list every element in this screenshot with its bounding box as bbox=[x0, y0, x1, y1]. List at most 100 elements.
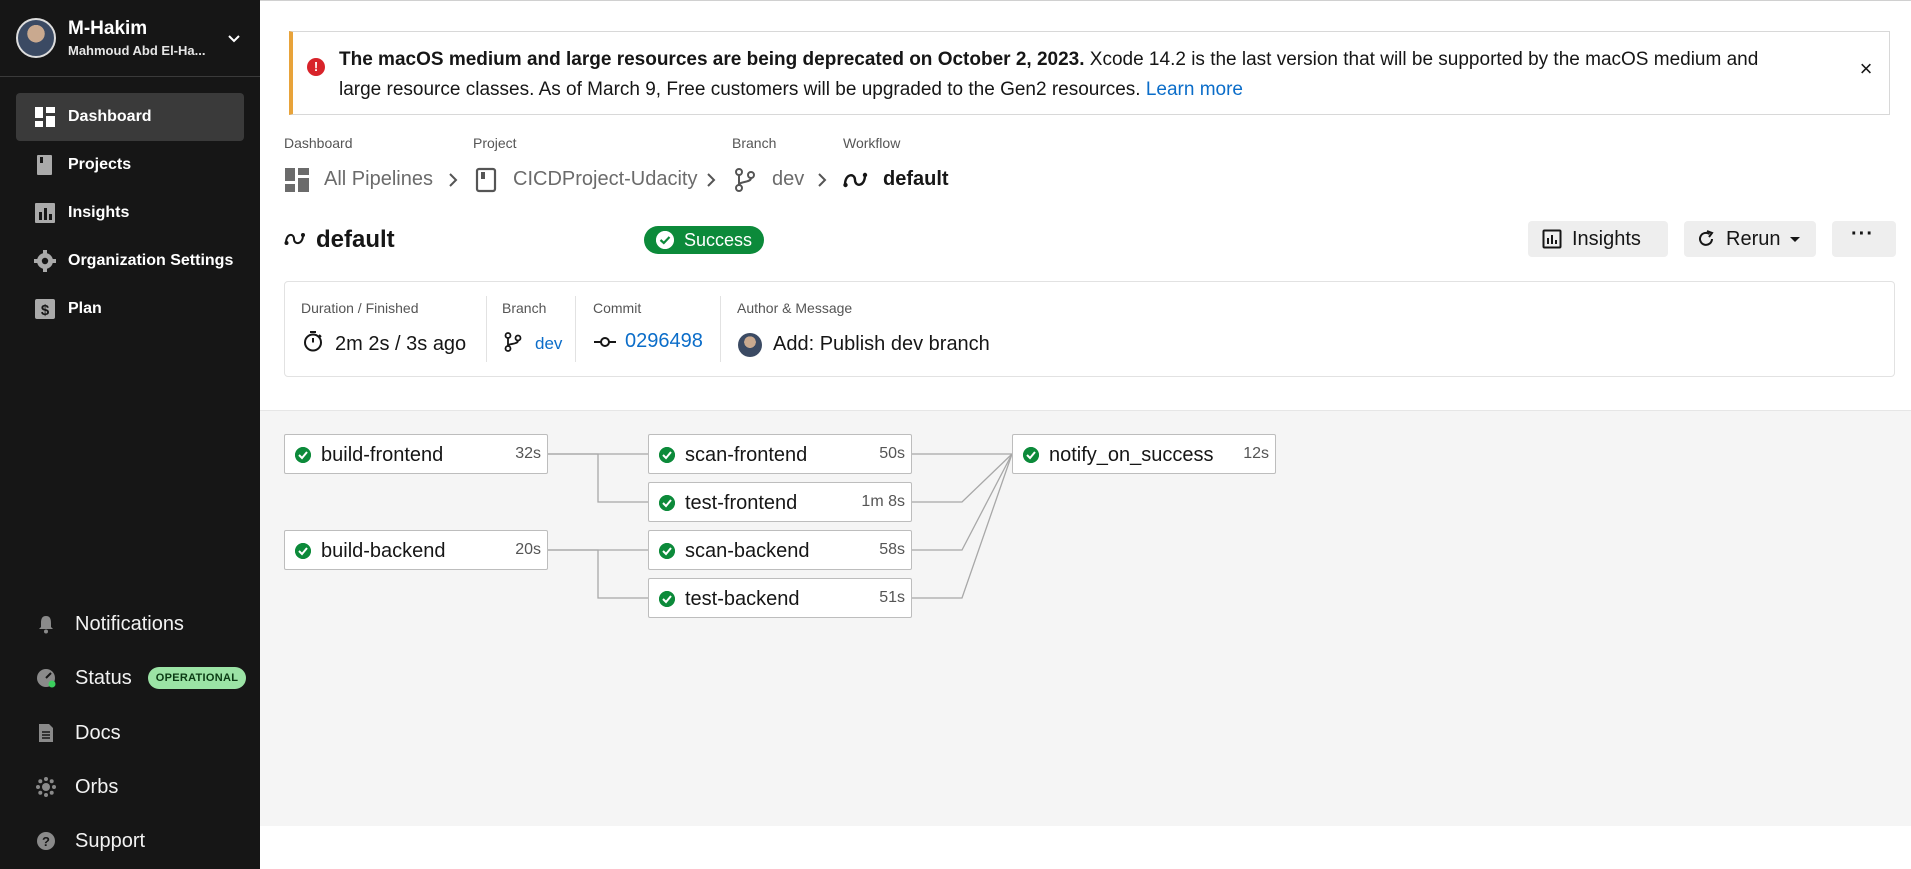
author-label: Author & Message bbox=[737, 300, 853, 316]
main-content: ! The macOS medium and large resources a… bbox=[260, 0, 1911, 869]
commit-label: Commit bbox=[593, 300, 642, 316]
breadcrumb-dashboard[interactable]: Dashboard All Pipelines bbox=[284, 135, 454, 192]
check-circle-icon bbox=[295, 543, 311, 559]
breadcrumb-label: Branch bbox=[732, 135, 777, 151]
commit-icon bbox=[594, 337, 616, 347]
page-title: default bbox=[316, 226, 395, 253]
chevron-right-icon bbox=[707, 173, 716, 187]
info-divider bbox=[575, 296, 576, 362]
breadcrumb-value: dev bbox=[772, 168, 805, 190]
sidebar-item-projects[interactable]: Projects bbox=[16, 141, 244, 189]
sidebar-item-docs[interactable]: Docs bbox=[34, 713, 246, 753]
sidebar-item-support[interactable]: ? Support bbox=[34, 821, 246, 861]
close-icon[interactable]: × bbox=[1855, 58, 1877, 80]
status-badge: OPERATIONAL bbox=[148, 667, 246, 689]
branch-label: Branch bbox=[502, 300, 547, 316]
insights-button[interactable]: Insights bbox=[1528, 221, 1668, 257]
workflow-icon bbox=[843, 172, 868, 188]
deprecation-banner: ! The macOS medium and large resources a… bbox=[289, 31, 1890, 115]
book-icon bbox=[37, 155, 52, 175]
job-duration: 32s bbox=[515, 445, 541, 462]
sidebar: M-Hakim Mahmoud Abd El-Ha... Dashboard P… bbox=[0, 0, 260, 869]
sidebar-divider bbox=[0, 76, 260, 77]
workflow-icon bbox=[284, 233, 305, 245]
branch-icon bbox=[735, 168, 755, 192]
commit-link[interactable]: 0296498 bbox=[625, 330, 703, 353]
job-name: scan-frontend bbox=[685, 444, 808, 466]
banner-message: The macOS medium and large resources are… bbox=[339, 45, 1779, 105]
sidebar-item-status[interactable]: Status OPERATIONAL bbox=[34, 658, 246, 698]
sidebar-item-insights[interactable]: Insights bbox=[16, 189, 244, 237]
job-build-backend[interactable]: build-backend 20s bbox=[284, 530, 548, 570]
sidebar-item-label: Insights bbox=[68, 204, 130, 221]
breadcrumb-workflow: Workflow default bbox=[843, 135, 973, 190]
check-circle-icon bbox=[656, 231, 674, 249]
svg-text:?: ? bbox=[42, 834, 50, 849]
dashboard-icon bbox=[285, 168, 309, 192]
job-test-backend[interactable]: test-backend 51s bbox=[648, 578, 912, 618]
sidebar-item-organization-settings[interactable]: Organization Settings bbox=[16, 237, 244, 285]
bell-icon bbox=[39, 616, 53, 634]
sidebar-item-label: Orbs bbox=[75, 776, 119, 798]
sidebar-item-label: Organization Settings bbox=[68, 252, 234, 269]
dashboard-icon bbox=[35, 107, 55, 127]
pipeline-graph: build-frontend 32s build-backend 20s sca… bbox=[260, 410, 1911, 826]
job-scan-frontend[interactable]: scan-frontend 50s bbox=[648, 434, 912, 474]
more-icon: ··· bbox=[1851, 223, 1874, 245]
duration-value: 2m 2s / 3s ago bbox=[335, 333, 467, 355]
insights-label: Insights bbox=[1572, 228, 1641, 250]
job-name: build-backend bbox=[321, 540, 446, 562]
branch-link[interactable]: dev bbox=[535, 334, 562, 354]
top-border bbox=[260, 0, 1911, 1]
caret-down-icon bbox=[1790, 237, 1800, 242]
document-icon bbox=[39, 724, 53, 742]
user-name: M-Hakim bbox=[68, 18, 148, 39]
sidebar-item-notifications[interactable]: Notifications bbox=[34, 604, 246, 644]
breadcrumb-value: CICDProject-Udacity bbox=[513, 168, 698, 190]
info-divider bbox=[720, 296, 721, 362]
sidebar-item-label: Dashboard bbox=[68, 108, 152, 125]
svg-text:$: $ bbox=[41, 302, 50, 319]
job-duration: 1m 8s bbox=[861, 493, 905, 510]
sidebar-item-dashboard[interactable]: Dashboard bbox=[16, 93, 244, 141]
job-name: scan-backend bbox=[685, 540, 810, 562]
dollar-icon: $ bbox=[35, 299, 55, 319]
status-badge: Success bbox=[644, 226, 764, 254]
job-name: test-frontend bbox=[685, 492, 798, 514]
sidebar-item-label: Plan bbox=[68, 300, 102, 317]
job-duration: 51s bbox=[879, 589, 905, 606]
orb-icon bbox=[36, 777, 56, 797]
job-name: build-frontend bbox=[321, 444, 444, 466]
sidebar-item-plan[interactable]: $ Plan bbox=[16, 285, 244, 333]
user-full-name: Mahmoud Abd El-Ha... bbox=[68, 43, 206, 58]
job-duration: 58s bbox=[879, 541, 905, 558]
check-circle-icon bbox=[295, 447, 311, 463]
more-options-button[interactable]: ··· bbox=[1832, 221, 1896, 257]
banner-bold-text: The macOS medium and large resources are… bbox=[339, 49, 1085, 70]
breadcrumb-branch[interactable]: Branch dev bbox=[732, 135, 822, 192]
info-divider bbox=[486, 296, 487, 362]
book-icon bbox=[475, 167, 497, 193]
sidebar-item-label: Projects bbox=[68, 156, 132, 173]
timer-icon bbox=[304, 331, 322, 352]
commit-message: Add: Publish dev branch bbox=[773, 333, 990, 355]
learn-more-link[interactable]: Learn more bbox=[1146, 79, 1243, 100]
rerun-button[interactable]: Rerun bbox=[1684, 221, 1816, 257]
help-icon: ? bbox=[37, 832, 55, 850]
author-avatar bbox=[738, 333, 762, 357]
status-label: Success bbox=[684, 230, 753, 250]
gauge-icon bbox=[37, 669, 56, 688]
job-build-frontend[interactable]: build-frontend 32s bbox=[284, 434, 548, 474]
job-notify-on-success[interactable]: notify_on_success 12s bbox=[1012, 434, 1276, 474]
breadcrumb-label: Workflow bbox=[843, 135, 901, 151]
user-menu[interactable]: M-Hakim Mahmoud Abd El-Ha... bbox=[14, 16, 246, 62]
job-scan-backend[interactable]: scan-backend 58s bbox=[648, 530, 912, 570]
sidebar-item-orbs[interactable]: Orbs bbox=[34, 767, 246, 807]
sidebar-item-label: Docs bbox=[75, 722, 121, 744]
breadcrumb-value: All Pipelines bbox=[324, 168, 433, 190]
breadcrumb-project[interactable]: Project CICDProject-Udacity bbox=[473, 135, 703, 193]
check-circle-icon bbox=[659, 495, 675, 511]
check-circle-icon bbox=[1023, 447, 1039, 463]
job-test-frontend[interactable]: test-frontend 1m 8s bbox=[648, 482, 912, 522]
breadcrumb-label: Dashboard bbox=[284, 135, 353, 151]
